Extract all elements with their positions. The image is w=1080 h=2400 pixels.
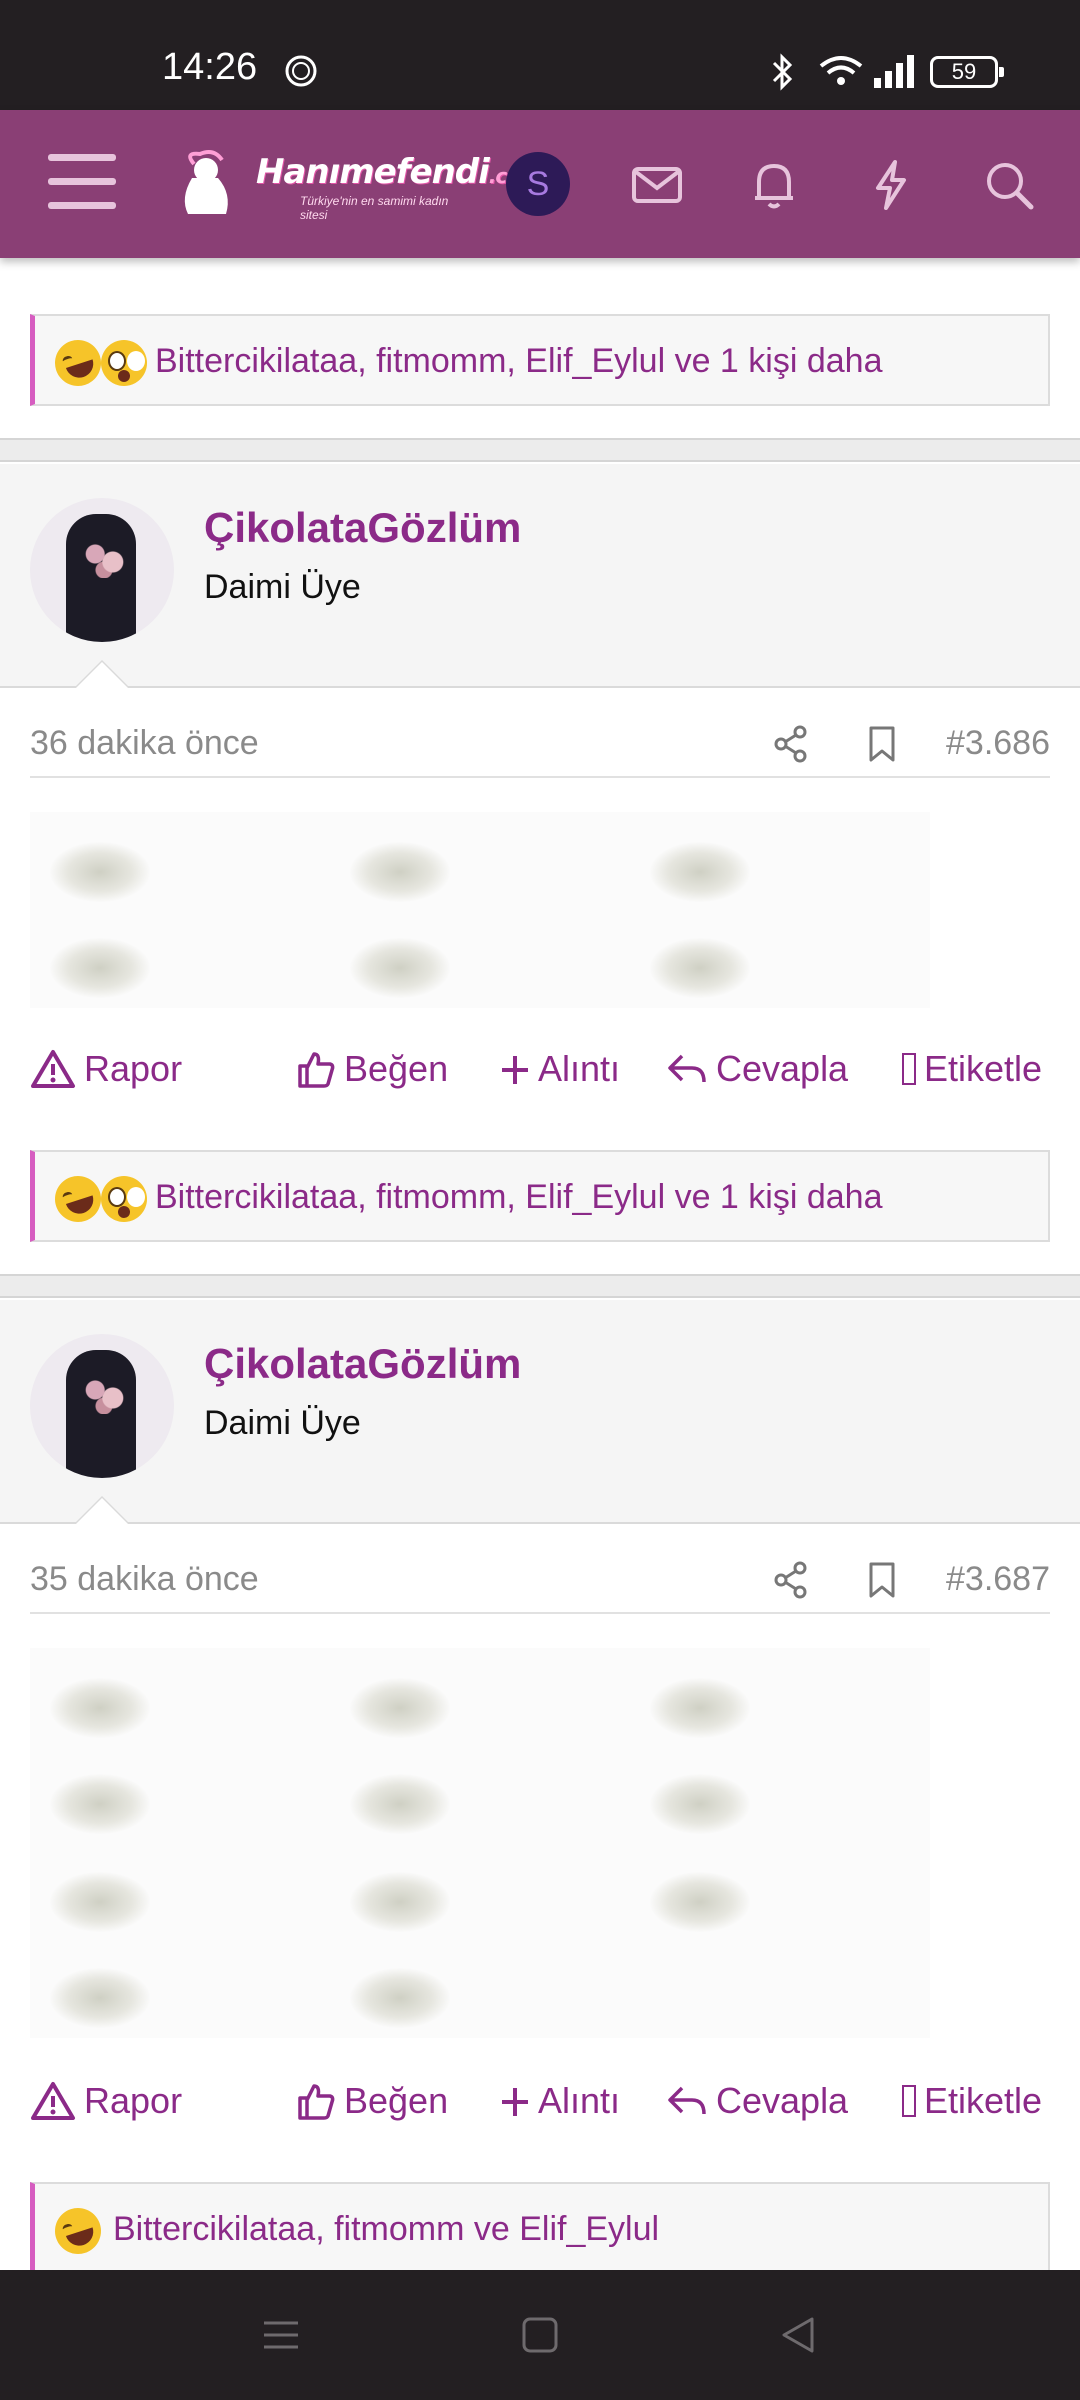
bolt-icon[interactable] (862, 156, 920, 214)
post-time[interactable]: 36 dakika önce (30, 724, 259, 763)
like-label: Beğen (344, 1048, 449, 1089)
warning-icon (31, 1050, 75, 1088)
tag-icon (902, 1053, 916, 1085)
quote-button[interactable]: Alıntı (500, 1048, 620, 1090)
reply-icon (668, 2086, 706, 2115)
author-avatar[interactable] (30, 498, 174, 642)
tag-icon (902, 2085, 916, 2117)
report-label: Rapor (84, 2080, 183, 2121)
author-name[interactable]: ÇikolataGözlüm (204, 504, 521, 552)
battery-icon: 59 (930, 56, 1004, 88)
laughing-emoji-icon (49, 334, 107, 392)
report-button[interactable]: Rapor (30, 1048, 182, 1090)
reaction-summary[interactable]: Bittercikilataa, fitmomm, Elif_Eylul ve … (30, 1150, 1050, 1242)
plus-icon (502, 1056, 528, 1084)
reaction-users[interactable]: Bittercikilataa, fitmomm ve Elif_Eylul (113, 2210, 659, 2249)
back-icon[interactable] (778, 2314, 820, 2356)
reaction-users[interactable]: Bittercikilataa, fitmomm, Elif_Eylul ve … (155, 342, 882, 381)
like-button[interactable]: Beğen (296, 1048, 448, 1090)
post-actions: Rapor Beğen Alıntı Cevapla Etiketle (30, 2080, 1060, 2140)
reply-label: Cevapla (716, 2080, 849, 2121)
bookmark-icon[interactable] (866, 1560, 898, 1600)
wifi-icon (819, 56, 863, 85)
logo-title: Hanımefendi (256, 152, 490, 192)
quote-label: Alıntı (538, 1048, 621, 1089)
shocked-emoji-icon (101, 340, 147, 386)
post-number[interactable]: #3.687 (946, 1560, 1050, 1599)
author-name[interactable]: ÇikolataGözlüm (204, 1340, 521, 1388)
thumbs-up-icon (298, 2084, 335, 2120)
reaction-summary[interactable]: Bittercikilataa, fitmomm, Elif_Eylul ve … (30, 314, 1050, 406)
like-button[interactable]: Beğen (296, 2080, 448, 2122)
plus-icon (502, 2088, 528, 2116)
post-author-header: ÇikolataGözlüm Daimi Üye (0, 464, 1080, 688)
post-divider (0, 438, 1080, 462)
post-time[interactable]: 35 dakika önce (30, 1560, 259, 1599)
post-divider (0, 1274, 1080, 1298)
laughing-emoji-icon (49, 2202, 107, 2260)
recent-apps-icon[interactable] (260, 2314, 302, 2356)
reply-button[interactable]: Cevapla (666, 2080, 848, 2122)
menu-icon[interactable] (48, 154, 116, 214)
blurred-post-content (30, 1648, 930, 2038)
laughing-emoji-icon (49, 1170, 107, 1228)
bookmark-icon[interactable] (866, 724, 898, 764)
post-number[interactable]: #3.686 (946, 724, 1050, 763)
post-meta: 35 dakika önce #3.687 (30, 1548, 1050, 1614)
reply-icon (668, 1054, 706, 1083)
quote-button[interactable]: Alıntı (500, 2080, 620, 2122)
status-time: 14:26 (162, 46, 258, 88)
status-bar: 14:26 59 (0, 0, 1080, 110)
alarm-icon (285, 55, 317, 87)
tag-button[interactable]: Etiketle (902, 1048, 1042, 1090)
post-author-header: ÇikolataGözlüm Daimi Üye (0, 1300, 1080, 1524)
home-icon[interactable] (519, 2314, 561, 2356)
app-header: Hanımefendi.com Türkiye'nin en samimi ka… (0, 110, 1080, 258)
author-role: Daimi Üye (204, 568, 361, 606)
user-avatar[interactable]: S (506, 152, 570, 216)
bluetooth-icon (772, 53, 793, 91)
tag-button[interactable]: Etiketle (902, 2080, 1042, 2122)
post-actions: Rapor Beğen Alıntı Cevapla Etiketle (30, 1048, 1060, 1108)
thumbs-up-icon (298, 1052, 335, 1088)
post-meta: 36 dakika önce #3.686 (30, 712, 1050, 778)
author-role: Daimi Üye (204, 1404, 361, 1442)
search-icon[interactable] (980, 156, 1038, 214)
author-avatar[interactable] (30, 1334, 174, 1478)
logo-figure-icon (184, 150, 228, 214)
share-icon[interactable] (772, 1560, 810, 1600)
shocked-emoji-icon (101, 1176, 147, 1222)
mail-icon[interactable] (628, 156, 686, 214)
report-button[interactable]: Rapor (30, 2080, 182, 2122)
reaction-users[interactable]: Bittercikilataa, fitmomm, Elif_Eylul ve … (155, 1178, 882, 1217)
quote-label: Alıntı (538, 2080, 621, 2121)
signal-icon (874, 55, 914, 88)
report-label: Rapor (84, 1048, 183, 1089)
tag-label: Etiketle (924, 2080, 1043, 2121)
site-logo[interactable]: Hanımefendi.com Türkiye'nin en samimi ka… (170, 148, 540, 222)
reaction-summary[interactable]: Bittercikilataa, fitmomm ve Elif_Eylul (30, 2182, 1050, 2274)
logo-tagline: Türkiye'nin en samimi kadın sitesi (300, 194, 449, 222)
share-icon[interactable] (772, 724, 810, 764)
system-nav-bar (0, 2270, 1080, 2400)
like-label: Beğen (344, 2080, 449, 2121)
warning-icon (31, 2082, 75, 2120)
bell-icon[interactable] (745, 156, 803, 214)
reply-label: Cevapla (716, 1048, 849, 1089)
reply-button[interactable]: Cevapla (666, 1048, 848, 1090)
blurred-post-content (30, 812, 930, 1008)
tag-label: Etiketle (924, 1048, 1043, 1089)
